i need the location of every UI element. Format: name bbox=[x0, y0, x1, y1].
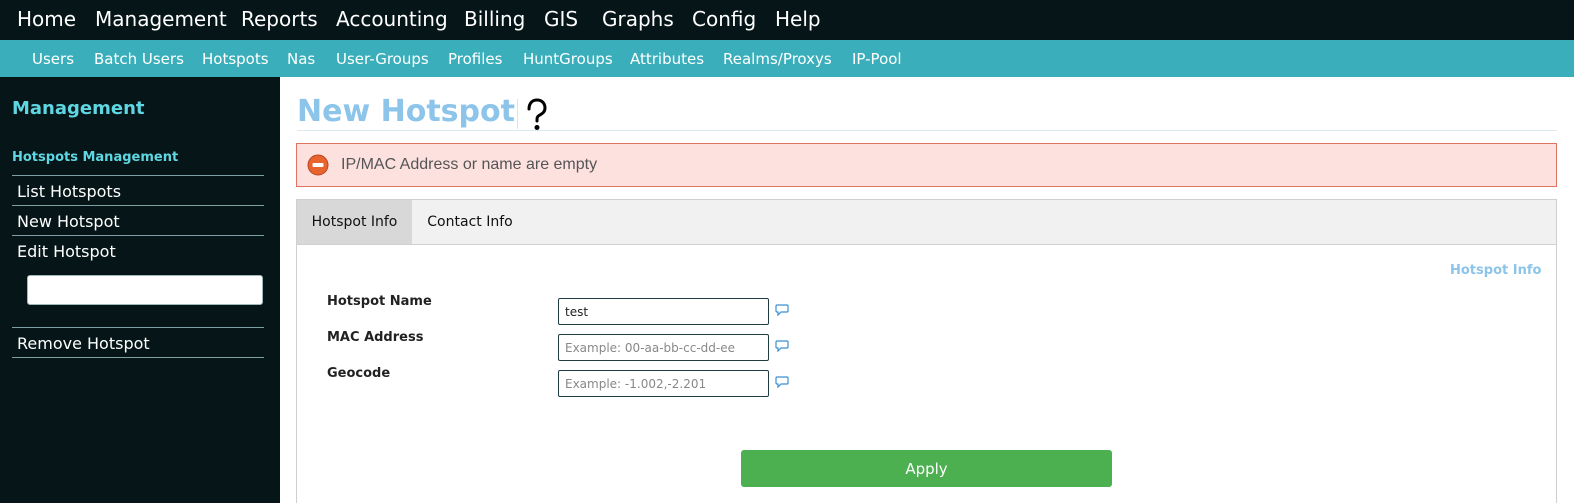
subnav-profiles[interactable]: Profiles bbox=[448, 50, 502, 68]
subnav-ip-pool[interactable]: IP-Pool bbox=[852, 50, 902, 68]
speech-bubble-icon[interactable] bbox=[775, 301, 789, 317]
mac-address-label: MAC Address bbox=[327, 330, 424, 345]
sidebar-title: Management bbox=[12, 98, 145, 119]
tab-hotspot-info[interactable]: Hotspot Info bbox=[297, 200, 412, 244]
mac-address-input[interactable] bbox=[558, 334, 769, 361]
top-navigation: Home Management Reports Accounting Billi… bbox=[0, 0, 1574, 40]
alert-message: IP/MAC Address or name are empty bbox=[341, 156, 598, 173]
speech-bubble-icon[interactable] bbox=[775, 373, 789, 389]
geocode-label: Geocode bbox=[327, 366, 391, 381]
sidebar: Management Hotspots Management List Hots… bbox=[0, 77, 280, 503]
speech-bubble-icon[interactable] bbox=[775, 337, 789, 353]
error-alert: IP/MAC Address or name are empty bbox=[296, 143, 1557, 187]
divider bbox=[12, 175, 264, 176]
hotspot-name-input[interactable] bbox=[558, 298, 769, 325]
nav-help[interactable]: Help bbox=[775, 7, 821, 31]
title-underline bbox=[297, 130, 1557, 131]
divider bbox=[12, 235, 264, 236]
title-separator bbox=[517, 99, 518, 129]
sidebar-item-list-hotspots[interactable]: List Hotspots bbox=[17, 182, 121, 201]
subnav-huntgroups[interactable]: HuntGroups bbox=[523, 50, 613, 68]
nav-home[interactable]: Home bbox=[17, 7, 76, 31]
geocode-input[interactable] bbox=[558, 370, 769, 397]
hotspot-name-label: Hotspot Name bbox=[327, 294, 432, 309]
sidebar-item-new-hotspot[interactable]: New Hotspot bbox=[17, 212, 120, 231]
subnav-attributes[interactable]: Attributes bbox=[630, 50, 704, 68]
page-title: New Hotspot bbox=[297, 94, 515, 129]
nav-reports[interactable]: Reports bbox=[241, 7, 318, 31]
nav-config[interactable]: Config bbox=[692, 7, 756, 31]
divider bbox=[12, 327, 264, 328]
tab-bar: Hotspot Info Contact Info bbox=[296, 199, 1557, 245]
subnav-realms-proxys[interactable]: Realms/Proxys bbox=[723, 50, 832, 68]
sidebar-item-edit-hotspot[interactable]: Edit Hotspot bbox=[17, 242, 116, 261]
nav-graphs[interactable]: Graphs bbox=[602, 7, 674, 31]
fieldset-legend: Hotspot Info bbox=[1450, 263, 1542, 278]
divider bbox=[12, 205, 264, 206]
apply-button[interactable]: Apply bbox=[741, 450, 1112, 487]
sidebar-item-remove-hotspot[interactable]: Remove Hotspot bbox=[17, 334, 150, 353]
subnav-nas[interactable]: Nas bbox=[287, 50, 315, 68]
nav-accounting[interactable]: Accounting bbox=[336, 7, 448, 31]
sub-navigation: Users Batch Users Hotspots Nas User-Grou… bbox=[0, 40, 1574, 77]
subnav-users[interactable]: Users bbox=[32, 50, 74, 68]
nav-management[interactable]: Management bbox=[95, 7, 227, 31]
tab-contact-info[interactable]: Contact Info bbox=[412, 200, 528, 244]
subnav-batch-users[interactable]: Batch Users bbox=[94, 50, 184, 68]
divider bbox=[12, 357, 264, 358]
question-mark-icon[interactable] bbox=[524, 98, 550, 132]
edit-hotspot-input[interactable] bbox=[27, 275, 263, 305]
sidebar-section-heading: Hotspots Management bbox=[12, 150, 179, 165]
nav-billing[interactable]: Billing bbox=[464, 7, 525, 31]
subnav-user-groups[interactable]: User-Groups bbox=[336, 50, 429, 68]
minus-circle-icon bbox=[307, 154, 329, 176]
subnav-hotspots[interactable]: Hotspots bbox=[202, 50, 269, 68]
nav-gis[interactable]: GIS bbox=[544, 7, 578, 31]
